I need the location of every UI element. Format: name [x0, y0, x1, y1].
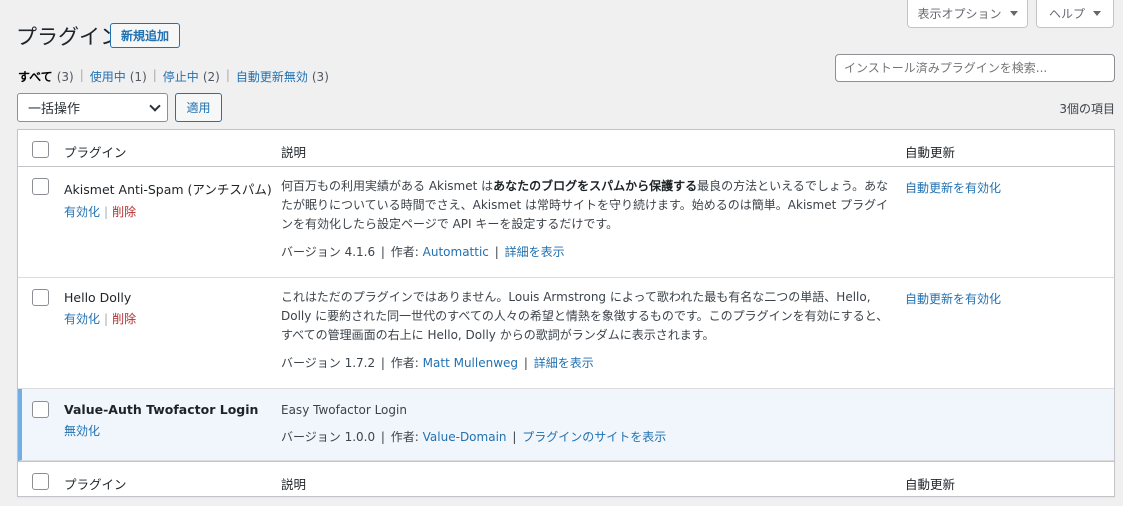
page-title: プラグイン	[16, 25, 121, 49]
bulk-action-select[interactable]: 一括操作	[17, 93, 168, 122]
enable-auto-update-link[interactable]: 自動更新を有効化	[905, 181, 1001, 195]
delete-link[interactable]: 削除	[112, 205, 136, 219]
select-all-checkbox[interactable]	[32, 473, 49, 490]
view-details-link[interactable]: 詳細を表示	[534, 356, 594, 370]
caret-down-icon	[1093, 11, 1101, 16]
table-header: プラグイン 説明 自動更新	[18, 130, 1114, 167]
help-tab[interactable]: ヘルプ	[1036, 0, 1114, 28]
description-cell: これはただのプラグインではありません。Louis Armstrong によって歌…	[281, 288, 891, 371]
header-description: 説明	[281, 145, 307, 160]
plugin-description: 何百万もの利用実績がある Akismet はあなたのブログをスパムから保護する最…	[281, 179, 889, 231]
filter-auto-update-disabled[interactable]: 自動更新無効 (3)	[236, 68, 329, 85]
header-auto-update: 自動更新	[905, 145, 956, 160]
filter-separator: |	[152, 68, 157, 82]
plugin-description: Easy Twofactor Login	[281, 403, 407, 417]
plugin-description: これはただのプラグインではありません。Louis Armstrong によって歌…	[281, 290, 889, 342]
footer-description: 説明	[281, 477, 307, 492]
row-actions: 有効化 | 削除	[64, 312, 137, 326]
footer-plugin: プラグイン	[64, 477, 127, 492]
plugin-site-link[interactable]: プラグインのサイトを表示	[522, 430, 666, 444]
screen-options-label: 表示オプション	[917, 7, 1002, 21]
plugin-cell: Hello Dolly 有効化 | 削除	[64, 290, 136, 327]
plugin-cell: Value-Auth Twofactor Login 無効化	[64, 402, 258, 439]
table-footer: プラグイン 説明 自動更新	[18, 461, 1114, 497]
row-actions: 無効化	[64, 422, 258, 439]
activate-link[interactable]: 有効化	[64, 312, 100, 326]
row-actions: 有効化 | 削除	[64, 205, 137, 219]
row-checkbox[interactable]	[32, 401, 49, 418]
apply-button[interactable]: 適用	[175, 93, 222, 122]
filter-all[interactable]: すべて (3)	[18, 68, 74, 85]
plugin-cell: Akismet Anti-Spam (アンチスパム) 有効化 | 削除	[64, 179, 272, 220]
auto-update-cell: 自動更新を有効化	[905, 290, 1001, 307]
help-label: ヘルプ	[1048, 7, 1085, 21]
plugin-meta: バージョン 4.1.6 | 作者: Automattic | 詳細を表示	[281, 245, 565, 259]
delete-link[interactable]: 削除	[112, 312, 136, 326]
item-count: 3個の項目	[1059, 102, 1115, 116]
filter-inactive[interactable]: 停止中 (2)	[163, 68, 220, 85]
select-all-checkbox[interactable]	[32, 141, 49, 158]
row-checkbox[interactable]	[32, 289, 49, 306]
author-link[interactable]: Matt Mullenweg	[423, 356, 518, 370]
activate-link[interactable]: 有効化	[64, 205, 100, 219]
screen-options-tab[interactable]: 表示オプション	[907, 0, 1028, 28]
plugin-name: Value-Auth Twofactor Login	[64, 402, 259, 417]
author-link[interactable]: Automattic	[423, 245, 489, 259]
enable-auto-update-link[interactable]: 自動更新を有効化	[905, 292, 1001, 306]
view-details-link[interactable]: 詳細を表示	[505, 245, 565, 259]
plugins-table: プラグイン 説明 自動更新 Akismet Anti-Spam (アンチスパム)…	[17, 129, 1115, 497]
plugin-meta: バージョン 1.7.2 | 作者: Matt Mullenweg | 詳細を表示	[281, 356, 594, 370]
filter-separator: |	[225, 68, 230, 82]
table-row: Hello Dolly 有効化 | 削除 これはただのプラグインではありません。Lo…	[18, 278, 1114, 389]
plugin-name: Akismet Anti-Spam (アンチスパム)	[64, 182, 272, 197]
plugin-name: Hello Dolly	[64, 290, 132, 305]
row-checkbox[interactable]	[32, 178, 49, 195]
table-row-active: Value-Auth Twofactor Login 無効化 Easy Twof…	[18, 389, 1114, 461]
plugin-status-filters: すべて (3) | 使用中 (1) | 停止中 (2) | 自動更新無効 (3)	[18, 68, 329, 85]
deactivate-link[interactable]: 無効化	[64, 424, 100, 438]
caret-down-icon	[1009, 11, 1018, 16]
header-plugin: プラグイン	[64, 145, 127, 160]
description-cell: Easy Twofactor Login バージョン 1.0.0 | 作者: V…	[281, 401, 891, 445]
plugin-meta: バージョン 1.0.0 | 作者: Value-Domain | プラグインのサ…	[281, 430, 667, 444]
filter-separator: |	[79, 68, 84, 82]
description-cell: 何百万もの利用実績がある Akismet はあなたのブログをスパムから保護する最…	[281, 177, 891, 260]
bulk-action-selected: 一括操作	[28, 102, 81, 117]
plugin-search-input[interactable]	[835, 54, 1115, 82]
add-new-button[interactable]: 新規追加	[110, 23, 180, 48]
auto-update-cell: 自動更新を有効化	[905, 179, 1001, 196]
chevron-down-icon	[149, 100, 161, 112]
author-link[interactable]: Value-Domain	[423, 430, 507, 444]
footer-auto-update: 自動更新	[905, 477, 956, 492]
table-row: Akismet Anti-Spam (アンチスパム) 有効化 | 削除 何百万もの利…	[18, 167, 1114, 278]
filter-active[interactable]: 使用中 (1)	[90, 68, 147, 85]
